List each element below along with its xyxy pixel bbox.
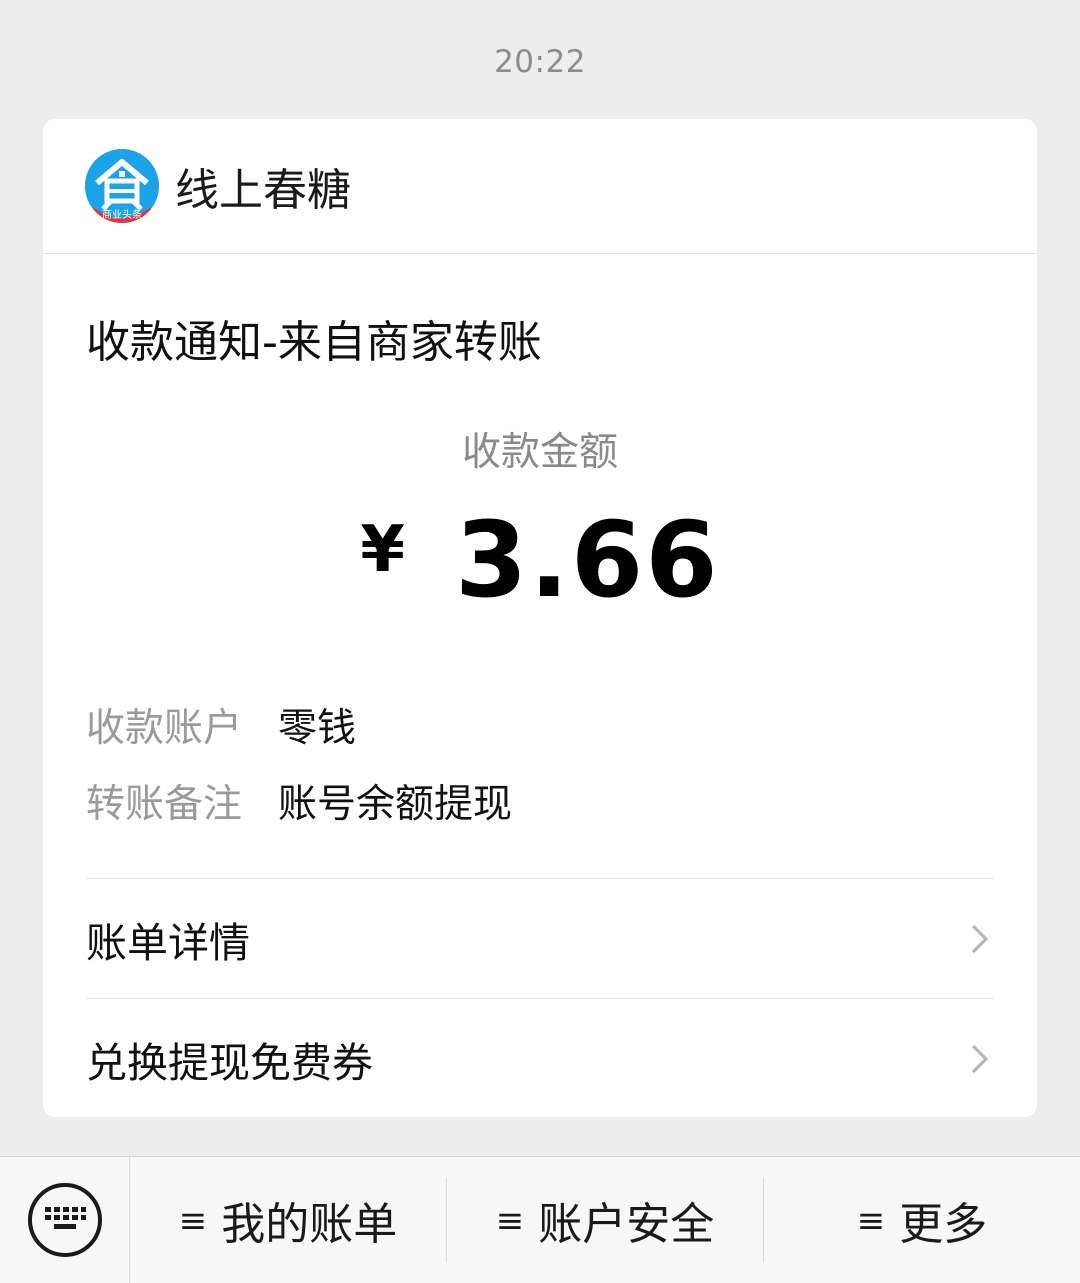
message-timestamp: 20:22 <box>494 44 586 80</box>
menu-account-security[interactable]: ≡ 账户安全 <box>447 1178 764 1262</box>
link-label: 账单详情 <box>86 918 250 967</box>
detail-row-note: 转账备注 账号余额提现 <box>86 773 512 829</box>
notification-title: 收款通知-来自商家转账 <box>86 317 542 368</box>
amount-display: ¥3.66 <box>43 499 1037 621</box>
detail-key: 收款账户 <box>86 706 243 751</box>
menu-list-icon: ≡ <box>856 1201 886 1241</box>
detail-value: 零钱 <box>278 706 357 751</box>
link-label: 兑换提现免费券 <box>86 1038 373 1087</box>
menu-more[interactable]: ≡ 更多 <box>764 1178 1080 1262</box>
menu-list-icon: ≡ <box>178 1201 208 1241</box>
menu-label: 更多 <box>899 1199 988 1250</box>
menu-label: 账户安全 <box>538 1199 715 1250</box>
menu-list-icon: ≡ <box>495 1201 525 1241</box>
amount-value: 3.66 <box>454 499 720 621</box>
sender-avatar[interactable]: 商业头条 <box>85 149 159 223</box>
chevron-right-icon <box>959 1044 989 1073</box>
payment-notification-card[interactable]: 商业头条 线上春糖 收款通知-来自商家转账 收款金额 ¥3.66 收款账户 零钱… <box>43 119 1037 1117</box>
amount-label: 收款金额 <box>461 430 618 475</box>
bill-details-link[interactable]: 账单详情 <box>86 878 994 998</box>
sender-header[interactable]: 商业头条 线上春糖 <box>43 119 1037 254</box>
currency-symbol: ¥ <box>360 513 405 587</box>
menu-my-bills[interactable]: ≡ 我的账单 <box>130 1178 447 1262</box>
chevron-right-icon <box>959 924 989 953</box>
sender-name[interactable]: 线上春糖 <box>175 154 351 218</box>
detail-row-account: 收款账户 零钱 <box>86 697 356 753</box>
keyboard-icon <box>27 1183 102 1257</box>
redeem-coupon-link[interactable]: 兑换提现免费券 <box>86 998 994 1117</box>
menu-label: 我的账单 <box>221 1199 398 1250</box>
keyboard-toggle-button[interactable] <box>0 1157 130 1283</box>
bottom-menu-bar: ≡ 我的账单 ≡ 账户安全 ≡ 更多 <box>0 1156 1080 1283</box>
avatar-badge-text: 商业头条 <box>102 210 142 221</box>
detail-value: 账号余额提现 <box>278 782 513 827</box>
detail-key: 转账备注 <box>86 782 243 827</box>
